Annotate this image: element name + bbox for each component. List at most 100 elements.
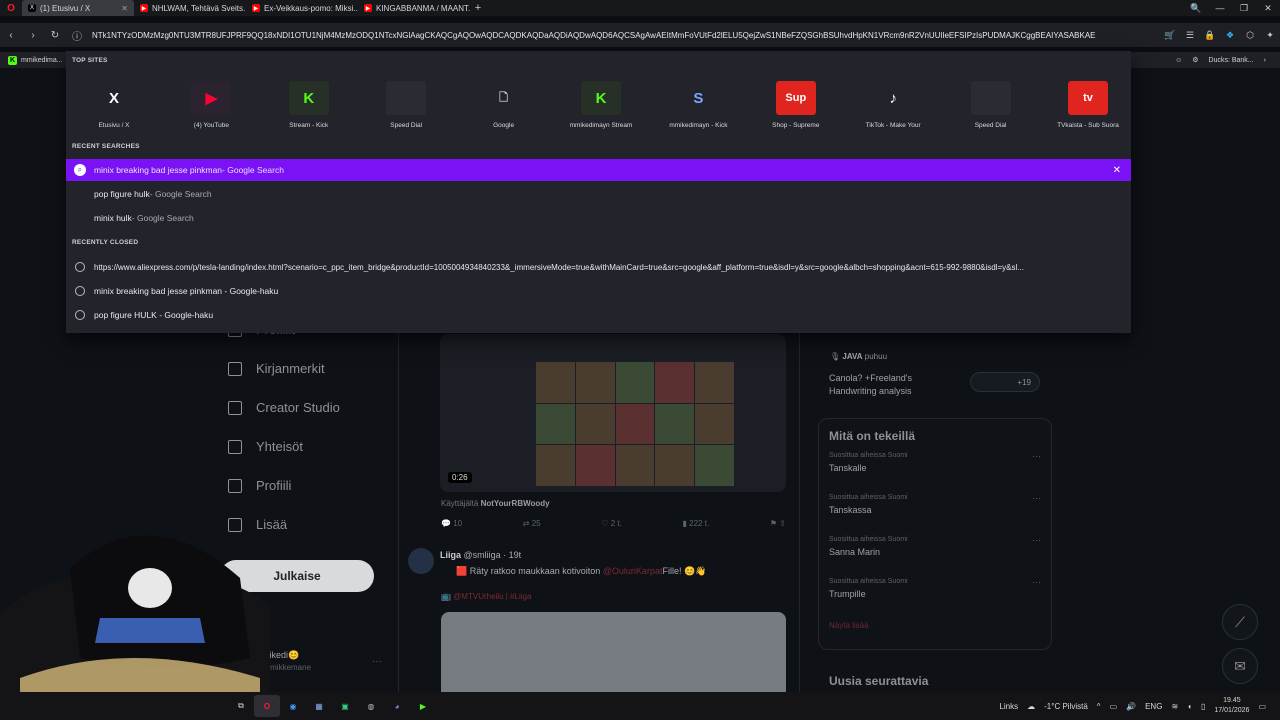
opera-taskbar-icon[interactable]: O	[254, 695, 280, 717]
top-site-label: TVkaista - Sub Suora	[1057, 122, 1119, 129]
top-site-tile[interactable]: Speed Dial	[946, 81, 1036, 129]
top-site-tile[interactable]: Smmikedimayn - Kick	[653, 81, 743, 129]
reply-count: 10	[453, 519, 463, 528]
views-action[interactable]: ▮ 222 t.	[683, 519, 710, 528]
trend-item[interactable]: Suosittua aiheissa Suomi Sanna Marin ···	[819, 531, 1051, 573]
via-user[interactable]: NotYourRBWoody	[481, 499, 550, 508]
trend-item[interactable]: Suosittua aiheissa Suomi Tanskalle ···	[819, 447, 1051, 489]
bookmark-item[interactable]: K mmikedima...	[0, 55, 63, 65]
show-more-link[interactable]: Näytä lisää	[819, 615, 1051, 640]
browser-tab[interactable]: X (1) Etusivu / X ✕	[22, 0, 134, 16]
app-green-icon[interactable]: ▣	[332, 695, 358, 717]
weather[interactable]: -1°C Pilvistä	[1044, 702, 1088, 711]
avatar[interactable]	[408, 548, 434, 574]
sidebar-item[interactable]: Creator Studio	[228, 400, 340, 415]
tab-close-icon[interactable]: ✕	[121, 4, 128, 13]
like-action[interactable]: ♡ 2 t.	[601, 519, 622, 528]
top-site-tile[interactable]: ▶ (4) YouTube	[166, 81, 256, 129]
notifications-icon[interactable]: ▭	[1258, 702, 1266, 711]
recently-closed-row[interactable]: pop figure HULK - Google-haku	[66, 304, 1131, 326]
extension-icon[interactable]: ❖	[1220, 30, 1240, 41]
video-source: Käyttäjältä NotYourRBWoody	[441, 499, 550, 508]
bookmark-ducks[interactable]: Ducks: Bank...	[1209, 57, 1254, 64]
clock[interactable]: 19.45 17/01/2026	[1214, 696, 1249, 716]
battery-icon[interactable]: ▯	[1201, 702, 1205, 711]
tweet-author[interactable]: Liiga	[440, 550, 461, 560]
top-site-tile[interactable]: ♪ TikTok - Make Your	[848, 81, 938, 129]
trend-item[interactable]: Suosittua aiheissa Suomi Tanskassa ···	[819, 489, 1051, 531]
app-gray-icon[interactable]: ◍	[358, 695, 384, 717]
recent-search-row[interactable]: pop figure hulk - Google Search	[66, 183, 1131, 205]
forward-icon[interactable]: ›	[22, 30, 44, 41]
language-indicator[interactable]: ENG	[1145, 702, 1162, 711]
opera-logo-icon[interactable]: O	[0, 0, 22, 16]
remove-suggestion-icon[interactable]: ✕	[1113, 165, 1121, 176]
more-dots-icon[interactable]: ···	[1032, 493, 1041, 503]
repost-action[interactable]: ⇄ 25	[523, 519, 541, 528]
links-toolbar[interactable]: Links	[999, 702, 1018, 711]
menu-icon[interactable]: ☰	[1180, 30, 1200, 41]
sidebar-item[interactable]: Profiili	[228, 478, 291, 493]
recent-search-row[interactable]: minix hulk - Google Search	[66, 207, 1131, 229]
recently-closed-row[interactable]: https://www.aliexpress.com/p/tesla-landi…	[66, 256, 1131, 278]
store-icon[interactable]: ▦	[306, 695, 332, 717]
discord-icon[interactable]: ◕	[384, 695, 410, 717]
top-site-tile[interactable]: Kmmikedimayn Stream	[556, 81, 646, 129]
java-user[interactable]: JAVA	[842, 352, 862, 361]
url-input[interactable]: NTk1NTYzODMzMzg0NTU3MTR8UFJPRF9QQ18xNDI1…	[88, 25, 1160, 45]
reload-icon[interactable]: ↻	[44, 30, 66, 41]
more-dots-icon[interactable]: ···	[1032, 451, 1041, 461]
more-dots-icon[interactable]: ···	[1032, 535, 1041, 545]
sidebar-item[interactable]: Kirjanmerkit	[228, 361, 325, 376]
site-info-icon[interactable]: ⓘ	[66, 28, 88, 43]
kick-taskbar-icon[interactable]: ▶	[410, 695, 436, 717]
speaker-icon[interactable]: ◖	[1187, 702, 1192, 711]
space-title[interactable]: Canola? +Freeland's Handwriting analysis	[829, 372, 959, 398]
minimize-icon[interactable]: —	[1208, 3, 1232, 14]
top-site-tile[interactable]: K Stream - Kick	[264, 81, 354, 129]
messages-icon[interactable]: ✉	[1222, 648, 1258, 684]
wifi-icon[interactable]: ≋	[1171, 702, 1178, 711]
tweet-mention[interactable]: @OulunKarpat	[603, 566, 663, 576]
browser-tab[interactable]: ▶NHLWAM, Tehtävä Sveits...✕	[134, 0, 246, 16]
space-listeners[interactable]: +19	[970, 372, 1040, 392]
emoji-icon[interactable]: ☺	[1175, 57, 1182, 64]
close-window-icon[interactable]: ✕	[1256, 3, 1280, 14]
recent-search-row[interactable]: ⌕ minix breaking bad jesse pinkman - Goo…	[66, 159, 1131, 181]
restore-icon[interactable]: ❐	[1232, 3, 1256, 14]
trend-item[interactable]: Suosittua aiheissa Suomi Trumpille ···	[819, 573, 1051, 615]
bookmark-action[interactable]: ⚑ ⇪	[770, 519, 786, 528]
grok-icon[interactable]: ⟋	[1222, 604, 1258, 640]
browser-tab[interactable]: ▶KINGABBANMA / MAANT...✕	[358, 0, 470, 16]
tray-chevron-icon[interactable]: ^	[1097, 702, 1101, 711]
network-icon[interactable]: ▭	[1110, 702, 1118, 711]
volume-icon[interactable]: 🔊	[1126, 702, 1136, 711]
reply-action[interactable]: 💬 10	[441, 519, 462, 528]
search-tabs-icon[interactable]: 🔍	[1184, 3, 1208, 14]
blank-tile	[970, 81, 1011, 115]
tweet-tags[interactable]: 📺 @MTVUrheilu | #Liiga	[441, 592, 531, 601]
new-tab-button[interactable]: +	[470, 2, 486, 14]
vpn-icon[interactable]: ⬡	[1240, 30, 1260, 41]
back-icon[interactable]: ‹	[0, 30, 22, 41]
task-view-icon[interactable]: ⧉	[228, 695, 254, 717]
settings-gear-icon[interactable]: ⚙	[1192, 56, 1198, 64]
recently-closed-row[interactable]: minix breaking bad jesse pinkman - Googl…	[66, 280, 1131, 302]
top-site-tile[interactable]: tv TVkaista - Sub Suora	[1043, 81, 1133, 129]
top-site-tile[interactable]: Speed Dial	[361, 81, 451, 129]
tweet-image[interactable]	[441, 612, 786, 692]
sidebar-item[interactable]: Yhteisöt	[228, 439, 303, 454]
lock-icon[interactable]: 🔒	[1200, 30, 1220, 41]
ai-icon[interactable]: ✦	[1260, 30, 1280, 41]
more-dots-icon[interactable]: ···	[372, 656, 382, 667]
browser-tab[interactable]: ▶Ex-Veikkaus-pomo: Miksi...✕	[246, 0, 358, 16]
chevron-right-icon[interactable]: ›	[1264, 57, 1266, 64]
weather-cloud-icon[interactable]: ☁	[1027, 702, 1035, 711]
cart-icon[interactable]: 🛒	[1160, 30, 1180, 41]
more-dots-icon[interactable]: ···	[1032, 577, 1041, 587]
site-glyph: ♪	[889, 89, 897, 107]
top-site-tile[interactable]: X Etusivu / X	[69, 81, 159, 129]
edge-icon[interactable]: ◉	[280, 695, 306, 717]
top-site-tile[interactable]: Sup Shop - Supreme	[751, 81, 841, 129]
top-site-tile[interactable]: 🗋 Google	[459, 81, 549, 129]
